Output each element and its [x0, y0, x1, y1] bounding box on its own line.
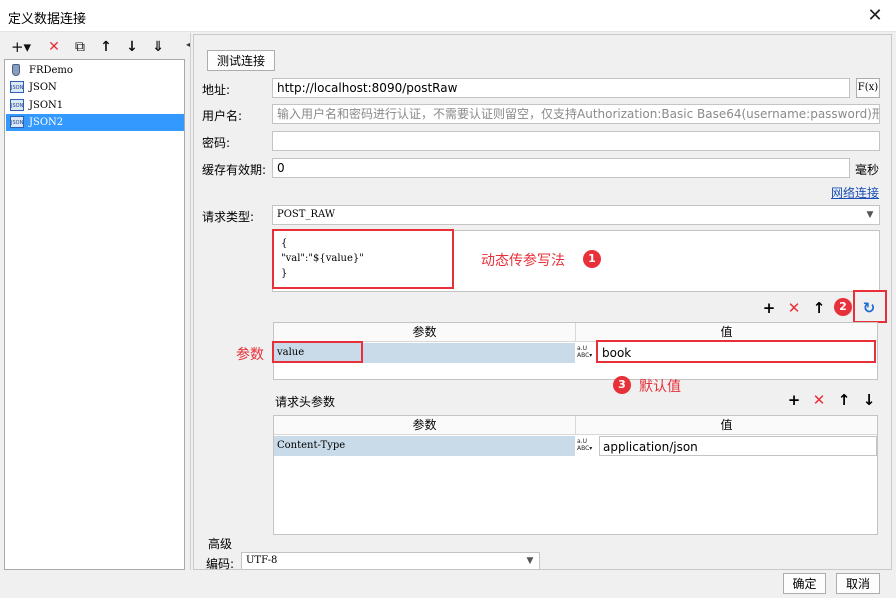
add-param-icon[interactable]: +	[760, 299, 778, 317]
delete-param-icon[interactable]: ✕	[785, 299, 803, 317]
add-header-icon[interactable]: +	[785, 391, 803, 409]
highlight-box-refresh	[853, 290, 887, 323]
formula-button[interactable]: F(x)	[856, 78, 880, 98]
copy-icon[interactable]: ⧉	[70, 36, 90, 58]
json-icon: JSON	[10, 116, 24, 128]
cache-unit: 毫秒	[855, 163, 880, 177]
username-input[interactable]: 输入用户名和密码进行认证，不需要认证则留空，仅支持Authorization:B…	[272, 104, 880, 124]
tree-item-json1[interactable]: JSON JSON1	[6, 97, 184, 114]
move-up-icon[interactable]: ↑	[96, 36, 116, 58]
json-icon: JSON	[10, 99, 24, 111]
move-down-header-icon[interactable]: ↓	[860, 391, 878, 409]
splitter[interactable]	[190, 33, 191, 570]
headers-header-value: 值	[576, 416, 877, 435]
database-icon	[12, 64, 20, 76]
network-connection-link[interactable]: 网络连接	[831, 184, 879, 201]
test-connection-button[interactable]: 测试连接	[207, 50, 275, 71]
headers-header-name: 参数	[274, 416, 576, 435]
chevron-down-icon: ▼	[866, 210, 874, 220]
move-down-icon[interactable]: ↓	[122, 36, 142, 58]
annotation-dynamic-param: 动态传参写法	[481, 253, 565, 269]
connection-tree: FRDemo JSON JSON JSON JSON1 JSON JSON2	[4, 59, 185, 570]
username-label: 用户名:	[202, 109, 243, 123]
annotation-badge-3: 3	[613, 376, 631, 394]
advanced-section-label: 高级	[208, 537, 233, 551]
connection-toolbar: +▾ ✕ ⧉ ↑ ↓ ⇓	[4, 36, 187, 58]
request-type-label: 请求类型:	[202, 210, 255, 224]
annotation-badge-1: 1	[583, 250, 601, 268]
password-label: 密码:	[202, 136, 231, 150]
annotation-badge-2: 2	[834, 298, 852, 316]
table-row-header-value[interactable]: application/json	[599, 436, 877, 456]
cancel-button[interactable]: 取消	[836, 573, 880, 594]
move-up-header-icon[interactable]: ↑	[835, 391, 853, 409]
sort-icon[interactable]: ⇓	[148, 36, 168, 58]
annotation-default-value: 默认值	[639, 379, 681, 395]
encoding-label: 编码:	[206, 557, 235, 571]
type-abc-icon[interactable]: a.U ABC▾	[575, 343, 595, 363]
annotation-param: 参数	[236, 347, 264, 363]
table-row-header-name[interactable]: Content-Type	[274, 436, 575, 456]
tree-item-json[interactable]: JSON JSON	[6, 79, 184, 96]
request-headers-label: 请求头参数	[275, 395, 336, 409]
request-type-select[interactable]: POST_RAW ▼	[272, 205, 880, 225]
add-icon[interactable]: +▾	[8, 36, 34, 58]
tree-item-json2[interactable]: JSON JSON2	[6, 114, 184, 131]
close-icon[interactable]: ✕	[860, 4, 890, 28]
window-title: 定义数据连接	[8, 12, 87, 27]
password-input[interactable]	[272, 131, 880, 151]
type-abc-icon[interactable]: a.U ABC▾	[575, 436, 595, 456]
tree-item-frdemo[interactable]: FRDemo	[6, 62, 184, 79]
highlight-box-value	[596, 340, 876, 363]
highlight-box-body	[272, 229, 454, 289]
json-icon: JSON	[10, 81, 24, 93]
url-label: 地址:	[202, 83, 231, 97]
cache-label: 缓存有效期:	[202, 163, 267, 177]
move-up-param-icon[interactable]: ↑	[810, 299, 828, 317]
headers-table: 参数 值 Content-Type a.U ABC▾ application/js…	[273, 415, 878, 535]
encoding-select[interactable]: UTF-8 ▼	[241, 552, 540, 570]
ok-button[interactable]: 确定	[783, 573, 826, 594]
title-bar	[0, 0, 896, 32]
delete-header-icon[interactable]: ✕	[810, 391, 828, 409]
chevron-down-icon: ▼	[526, 556, 534, 566]
url-input[interactable]: http://localhost:8090/postRaw	[272, 78, 850, 98]
cache-input[interactable]: 0	[272, 158, 850, 178]
delete-icon[interactable]: ✕	[44, 36, 64, 58]
params-header-name: 参数	[274, 323, 576, 342]
highlight-box-param	[272, 341, 363, 363]
